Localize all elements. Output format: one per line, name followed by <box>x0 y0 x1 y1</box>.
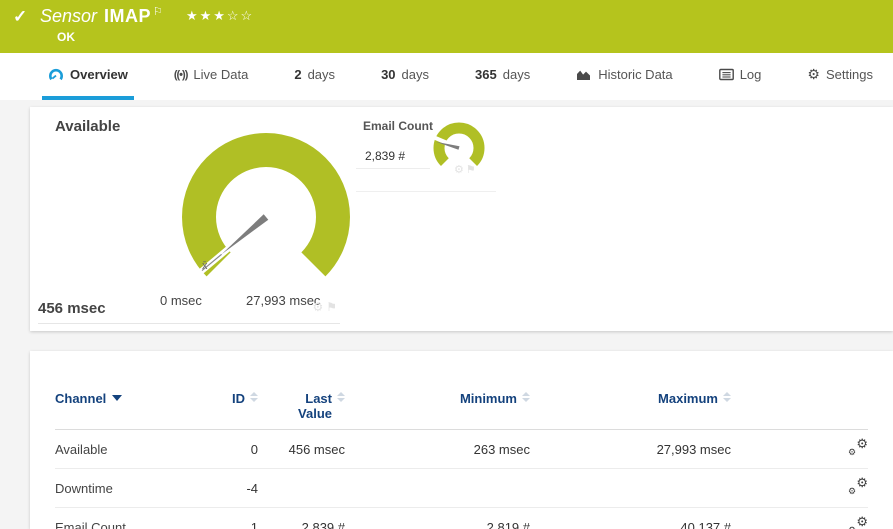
cell-channel[interactable]: Available <box>55 429 195 469</box>
column-header-channel[interactable]: Channel <box>55 367 195 430</box>
gauge-settings-icon[interactable]: ⚙ <box>454 164 466 176</box>
cell-maximum: 40,137 # <box>530 507 731 529</box>
tab-30-days-number: 30 <box>381 67 396 82</box>
edit-channel-icon[interactable]: ⚙⚙ <box>848 514 868 529</box>
table-row[interactable]: Downtime -4 ⚙ ⚙ <box>55 468 868 508</box>
sensor-header: ✓ Sensor IMAP ⚐ ★★★☆☆ OK <box>0 0 893 53</box>
cell-maximum <box>530 468 731 508</box>
sort-desc-icon <box>112 395 123 401</box>
cell-actions: ⚙⚙ <box>731 468 868 508</box>
cell-channel[interactable]: Email Count <box>55 507 195 529</box>
tab-live-data-label: Live Data <box>193 67 249 82</box>
tab-overview[interactable]: Overview <box>42 53 134 100</box>
edit-channel-icon[interactable]: ⚙⚙ <box>848 436 868 457</box>
gear-icon: ⚙ <box>807 66 820 82</box>
tab-bar: Overview ((•)) Live Data 2 days 30 days … <box>0 53 893 100</box>
tab-live-data[interactable]: ((•)) Live Data <box>168 53 254 100</box>
tab-2-days[interactable]: 2 days <box>288 53 341 100</box>
tab-log-label: Log <box>739 67 762 82</box>
primary-gauge-hover-icons[interactable]: ⚙⚑ <box>312 300 340 314</box>
status-check-icon: ✓ <box>13 7 28 26</box>
tab-settings[interactable]: ⚙ Settings <box>801 53 879 100</box>
tab-365-days-label: days <box>502 67 531 82</box>
cell-channel[interactable]: Downtime <box>55 468 195 508</box>
cell-actions: ⚙⚙ <box>731 507 868 529</box>
sort-icon <box>250 392 258 402</box>
edit-channel-icon[interactable]: ⚙⚙ <box>848 475 868 496</box>
cell-minimum: 2,819 # <box>345 507 530 529</box>
sensor-name: IMAP <box>104 6 152 26</box>
cell-actions: ⚙⚙ <box>731 429 868 469</box>
secondary-widget-divider <box>356 191 496 192</box>
priority-stars[interactable]: ★★★☆☆ <box>186 8 254 23</box>
tab-365-days[interactable]: 365 days <box>469 53 536 100</box>
tab-365-days-number: 365 <box>475 67 497 82</box>
sensor-type-label: Sensor <box>40 6 98 26</box>
secondary-gauge-hover-icons[interactable]: ⚙⚑ <box>454 163 478 176</box>
secondary-value-divider <box>356 168 430 169</box>
sort-icon <box>522 392 530 402</box>
tab-historic-data[interactable]: Historic Data <box>570 53 678 100</box>
column-header-last-value[interactable]: Last Value <box>258 367 345 430</box>
mean-marker: x̄ <box>202 260 208 272</box>
gauge-pin-icon[interactable]: ⚑ <box>466 164 478 176</box>
sensor-title: Sensor IMAP ⚐ ★★★☆☆ <box>40 5 254 27</box>
table-row[interactable]: Email Count 1 2,839 # 2,819 # 40,137 # ⚙… <box>55 507 868 529</box>
primary-gauge-value-row: 456 msec ⚙⚑ <box>38 300 340 324</box>
tab-historic-data-label: Historic Data <box>598 67 673 82</box>
sort-icon <box>337 392 345 402</box>
broadcast-icon: ((•)) <box>173 68 188 81</box>
column-header-actions <box>731 367 868 430</box>
cell-maximum: 27,993 msec <box>530 429 731 469</box>
tab-2-days-label: days <box>307 67 336 82</box>
cell-id: 1 <box>195 507 258 529</box>
gauge-icon <box>48 68 64 82</box>
primary-gauge-title: Available <box>55 118 121 135</box>
cell-id: -4 <box>195 468 258 508</box>
cell-id: 0 <box>195 429 258 469</box>
table-row[interactable]: Available 0 456 msec 263 msec 27,993 mse… <box>55 429 868 469</box>
tab-settings-label: Settings <box>825 67 873 82</box>
channels-panel: Channel ID Last Value Minimum Maximum Av… <box>30 351 893 529</box>
tab-overview-label: Overview <box>70 67 128 82</box>
cell-minimum: 263 msec <box>345 429 530 469</box>
cell-minimum <box>345 468 530 508</box>
secondary-gauge-title: Email Count <box>363 119 434 133</box>
primary-gauge[interactable]: x̄ <box>166 119 366 301</box>
channels-table: Channel ID Last Value Minimum Maximum Av… <box>55 367 868 529</box>
cell-last-value: 2,839 # <box>258 507 345 529</box>
tab-30-days[interactable]: 30 days <box>375 53 435 100</box>
cell-last-value: 456 msec <box>258 429 345 469</box>
column-header-maximum[interactable]: Maximum <box>530 367 731 430</box>
secondary-gauge-value: 2,839 # <box>365 149 406 163</box>
column-header-minimum[interactable]: Minimum <box>345 367 530 430</box>
tab-2-days-number: 2 <box>294 67 302 82</box>
column-header-id[interactable]: ID <box>195 367 258 430</box>
gauge-settings-icon[interactable]: ⚙ <box>312 300 326 314</box>
flag-icon[interactable]: ⚐ <box>153 6 163 18</box>
tab-log[interactable]: Log <box>713 53 768 100</box>
tab-30-days-label: days <box>401 67 429 82</box>
table-header-row: Channel ID Last Value Minimum Maximum <box>55 367 868 430</box>
primary-gauge-value: 456 msec <box>38 300 106 317</box>
log-list-icon <box>718 68 734 81</box>
area-chart-icon <box>576 68 592 81</box>
sort-icon <box>723 392 731 402</box>
status-badge: OK <box>57 30 75 44</box>
gauges-panel: Available x̄ 0 msec 27,993 msec 456 msec… <box>30 107 893 331</box>
gauge-pin-icon[interactable]: ⚑ <box>326 300 340 314</box>
content-area: Available x̄ 0 msec 27,993 msec 456 msec… <box>0 100 893 529</box>
cell-last-value <box>258 468 345 508</box>
